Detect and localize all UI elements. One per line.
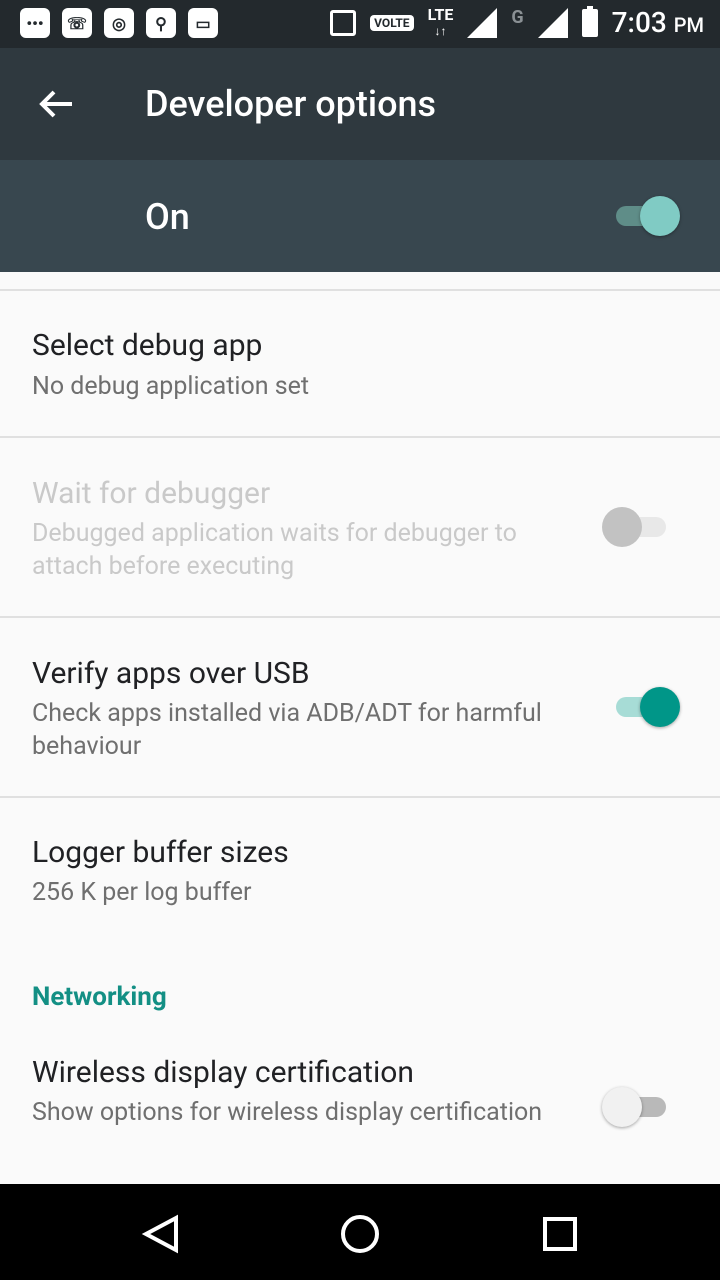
toggle-thumb — [640, 687, 680, 727]
setting-summary: Debugged application waits for debugger … — [32, 519, 517, 581]
usb-icon: ⚲ — [146, 8, 176, 38]
setting-title: Wait for debugger — [32, 476, 271, 511]
back-arrow-icon[interactable] — [36, 86, 76, 122]
wait-for-debugger-toggle[interactable] — [602, 507, 666, 547]
instagram-icon: ◎ — [104, 8, 134, 38]
whatsapp-icon: ☏ — [62, 8, 92, 38]
back-nav-icon[interactable] — [136, 1210, 184, 1258]
toggle-thumb — [602, 1087, 642, 1127]
gallery-icon: ▭ — [188, 8, 218, 38]
setting-title: Verify apps over USB — [32, 656, 310, 691]
recents-nav-icon[interactable] — [536, 1210, 584, 1258]
wireless-display-cert-toggle[interactable] — [602, 1087, 666, 1127]
signal-icon — [467, 7, 498, 38]
divider — [0, 616, 720, 618]
setting-title: Select debug app — [32, 328, 263, 363]
setting-title: Logger buffer sizes — [32, 835, 289, 870]
master-switch-toggle[interactable] — [616, 196, 680, 236]
setting-summary: Show options for wireless display certif… — [32, 1098, 543, 1127]
status-bar: ••• ☏ ◎ ⚲ ▭ VOLTE LTE ↓↑ G 7:03 PM — [0, 0, 720, 48]
lte-icon: LTE ↓↑ — [427, 4, 454, 38]
navigation-bar — [0, 1184, 720, 1280]
master-switch-label: On — [145, 196, 190, 238]
home-nav-icon[interactable] — [336, 1210, 384, 1258]
g-icon: G — [511, 7, 524, 28]
setting-title: Wireless display certification — [32, 1055, 414, 1090]
setting-summary: 256 K per log buffer — [32, 878, 252, 907]
setting-summary: Check apps installed via ADB/ADT for har… — [32, 699, 542, 761]
divider — [0, 436, 720, 438]
verify-apps-usb-toggle[interactable] — [616, 687, 680, 727]
vibrate-icon — [330, 9, 357, 36]
status-left-icons: ••• ☏ ◎ ⚲ ▭ — [20, 8, 218, 38]
chat-icon: ••• — [20, 8, 50, 38]
divider — [0, 289, 720, 291]
toggle-thumb — [640, 196, 680, 236]
divider — [0, 796, 720, 798]
app-bar: Developer options — [0, 48, 720, 160]
status-right-icons: VOLTE LTE ↓↑ G 7:03 PM — [330, 4, 704, 39]
master-switch-bar[interactable]: On — [0, 160, 720, 272]
clock: 7:03 PM — [611, 6, 704, 39]
page-title: Developer options — [145, 83, 437, 125]
setting-summary: No debug application set — [32, 372, 310, 401]
section-header-networking: Networking — [32, 982, 167, 1012]
battery-icon — [581, 5, 598, 37]
volte-badge: VOLTE — [370, 14, 414, 31]
toggle-thumb — [602, 507, 642, 547]
signal-icon-2 — [537, 7, 568, 38]
